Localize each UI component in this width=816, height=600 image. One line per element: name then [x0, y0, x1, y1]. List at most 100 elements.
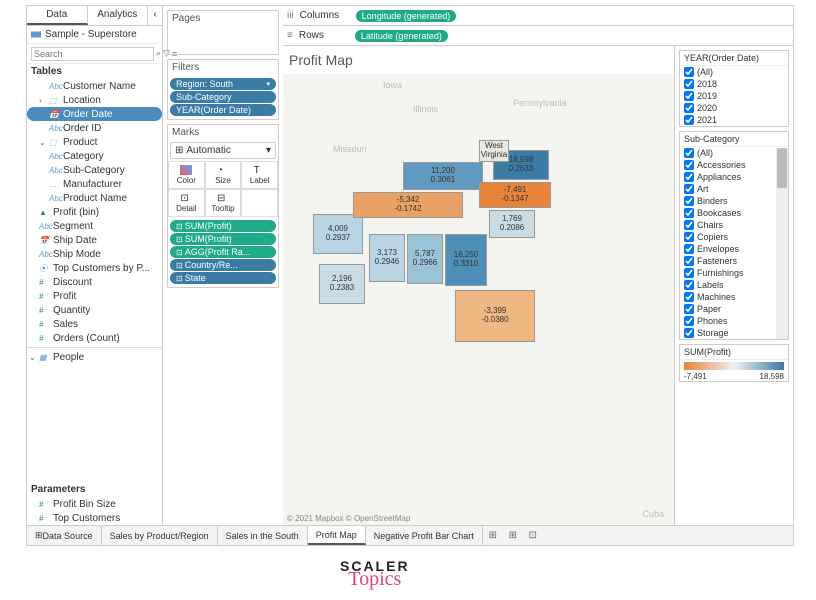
- checkbox[interactable]: [684, 91, 694, 101]
- state-southcarolina[interactable]: 1,7690.2086: [489, 210, 535, 238]
- field-sales[interactable]: #Sales: [27, 317, 162, 331]
- state-mississippi[interactable]: 3,1730.2946: [369, 234, 405, 282]
- filters-shelf[interactable]: Filters Region: South▾ Sub-Category YEAR…: [167, 59, 279, 120]
- subcat-scrollbar[interactable]: [776, 148, 788, 339]
- checkbox[interactable]: [684, 232, 694, 242]
- checkbox[interactable]: [684, 328, 694, 338]
- mark-pill[interactable]: ⊡Country/Re...: [170, 259, 276, 271]
- field-product[interactable]: ⌄⬚Product: [27, 135, 162, 149]
- subcat-option[interactable]: Paper: [680, 303, 788, 315]
- year-option[interactable]: 2020: [680, 102, 788, 114]
- field-ship-mode[interactable]: AbcShip Mode: [27, 247, 162, 261]
- field-profit[interactable]: #Profit: [27, 289, 162, 303]
- subcat-option[interactable]: Chairs: [680, 219, 788, 231]
- state-alabama[interactable]: 5,7870.2966: [407, 234, 443, 284]
- field-orders-count[interactable]: #Orders (Count): [27, 331, 162, 345]
- mark-type-dropdown[interactable]: ⊞Automatic▾: [170, 142, 276, 159]
- subcat-option[interactable]: Furnishings: [680, 267, 788, 279]
- checkbox[interactable]: [684, 103, 694, 113]
- subcat-option[interactable]: Phones: [680, 315, 788, 327]
- field-order-date[interactable]: 📅Order Date: [27, 107, 162, 121]
- checkbox[interactable]: [684, 268, 694, 278]
- new-story-button[interactable]: ⊡: [523, 530, 543, 541]
- marks-size-button[interactable]: ◔Size: [205, 161, 242, 189]
- subcat-option[interactable]: Storage: [680, 327, 788, 339]
- param-profit-bin-size[interactable]: #Profit Bin Size: [27, 497, 162, 511]
- sheet-sales-by-product[interactable]: Sales by Product/Region: [102, 526, 218, 545]
- new-worksheet-button[interactable]: ⊞: [483, 530, 503, 541]
- state-louisiana[interactable]: 2,1960.2383: [319, 264, 365, 304]
- new-dashboard-button[interactable]: ⊞: [503, 530, 523, 541]
- checkbox[interactable]: [684, 79, 694, 89]
- param-top-customers[interactable]: #Top Customers: [27, 511, 162, 525]
- mark-pill[interactable]: ⊡SUM(Profit): [170, 220, 276, 232]
- checkbox[interactable]: [684, 172, 694, 182]
- subcat-option[interactable]: (All): [680, 147, 788, 159]
- subcat-option[interactable]: Fasteners: [680, 255, 788, 267]
- field-ship-date[interactable]: 📅Ship Date: [27, 233, 162, 247]
- checkbox[interactable]: [684, 160, 694, 170]
- marks-label-button[interactable]: TLabel: [241, 161, 278, 189]
- sheet-profit-map[interactable]: Profit Map: [308, 526, 366, 545]
- year-option[interactable]: (All): [680, 66, 788, 78]
- collapse-pane-icon[interactable]: ‹: [148, 6, 162, 25]
- state-kentucky[interactable]: 11,2000.3061: [403, 162, 483, 190]
- field-order-id[interactable]: AbcOrder ID: [27, 121, 162, 135]
- viz-title[interactable]: Profit Map: [283, 46, 674, 74]
- checkbox[interactable]: [684, 220, 694, 230]
- year-option[interactable]: 2021: [680, 114, 788, 126]
- subcat-option[interactable]: Appliances: [680, 171, 788, 183]
- subcat-option[interactable]: Accessories: [680, 159, 788, 171]
- state-tennessee[interactable]: -5,342-0.1742: [353, 192, 463, 218]
- columns-shelf[interactable]: iii Columns Longitude (generated): [283, 6, 793, 26]
- search-input[interactable]: [31, 47, 154, 61]
- year-option[interactable]: 2019: [680, 90, 788, 102]
- tab-data[interactable]: Data: [27, 6, 88, 25]
- checkbox[interactable]: [684, 115, 694, 125]
- field-discount[interactable]: #Discount: [27, 275, 162, 289]
- checkbox[interactable]: [684, 304, 694, 314]
- checkbox[interactable]: [684, 280, 694, 290]
- datasource-tab[interactable]: ⊞ Data Source: [27, 526, 102, 545]
- field-product-name[interactable]: AbcProduct Name: [27, 191, 162, 205]
- sheet-sales-south[interactable]: Sales in the South: [218, 526, 308, 545]
- checkbox[interactable]: [684, 67, 694, 77]
- pages-shelf[interactable]: Pages: [167, 10, 279, 55]
- checkbox[interactable]: [684, 256, 694, 266]
- state-arkansas[interactable]: 4,0090.2937: [313, 214, 363, 254]
- filter-pill-year[interactable]: YEAR(Order Date): [170, 104, 276, 116]
- field-segment[interactable]: AbcSegment: [27, 219, 162, 233]
- subcat-option[interactable]: Copiers: [680, 231, 788, 243]
- subcat-option[interactable]: Labels: [680, 279, 788, 291]
- marks-detail-button[interactable]: ⊡Detail: [168, 189, 205, 217]
- field-manufacturer[interactable]: …Manufacturer: [27, 177, 162, 191]
- tab-analytics[interactable]: Analytics: [88, 6, 149, 25]
- subcat-option[interactable]: Art: [680, 183, 788, 195]
- field-profit-bin[interactable]: ▲Profit (bin): [27, 205, 162, 219]
- rows-shelf[interactable]: ≡ Rows Latitude (generated): [283, 26, 793, 46]
- table-people[interactable]: ⌄▦People: [27, 350, 162, 364]
- sheet-negative-profit[interactable]: Negative Profit Bar Chart: [366, 526, 483, 545]
- state-northcarolina[interactable]: -7,491-0.1347: [479, 182, 551, 208]
- mark-pill[interactable]: ⊡AGG(Profit Ra...: [170, 246, 276, 258]
- field-category[interactable]: AbcCategory: [27, 149, 162, 163]
- marks-color-button[interactable]: Color: [168, 161, 205, 189]
- checkbox[interactable]: [684, 148, 694, 158]
- state-florida[interactable]: -3,399-0.0380: [455, 290, 535, 342]
- checkbox[interactable]: [684, 292, 694, 302]
- subcat-option[interactable]: Bookcases: [680, 207, 788, 219]
- checkbox[interactable]: [684, 244, 694, 254]
- field-location[interactable]: ›⬚Location: [27, 93, 162, 107]
- checkbox[interactable]: [684, 316, 694, 326]
- mark-pill[interactable]: ⊡State: [170, 272, 276, 284]
- subcat-option[interactable]: Machines: [680, 291, 788, 303]
- checkbox[interactable]: [684, 208, 694, 218]
- checkbox[interactable]: [684, 184, 694, 194]
- checkbox[interactable]: [684, 196, 694, 206]
- state-westvirginia[interactable]: West Virginia: [479, 140, 509, 162]
- field-sub-category[interactable]: AbcSub-Category: [27, 163, 162, 177]
- map-canvas[interactable]: Iowa Illinois Missouri Pennsylvania Cuba…: [283, 74, 674, 525]
- state-georgia[interactable]: 16,2500.3310: [445, 234, 487, 286]
- field-customer-name[interactable]: AbcCustomer Name: [27, 79, 162, 93]
- search-icon[interactable]: ⌕: [156, 48, 161, 60]
